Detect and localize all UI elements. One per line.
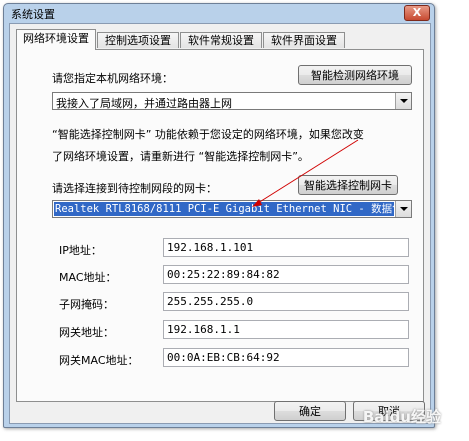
annotation-arrow <box>252 139 359 207</box>
annotation-arrow-line <box>257 139 359 204</box>
annotation-arrow-head <box>252 199 262 207</box>
watermark: Baidu经验 <box>362 408 441 426</box>
tab-network[interactable]: 网络环境设置 <box>16 29 96 50</box>
